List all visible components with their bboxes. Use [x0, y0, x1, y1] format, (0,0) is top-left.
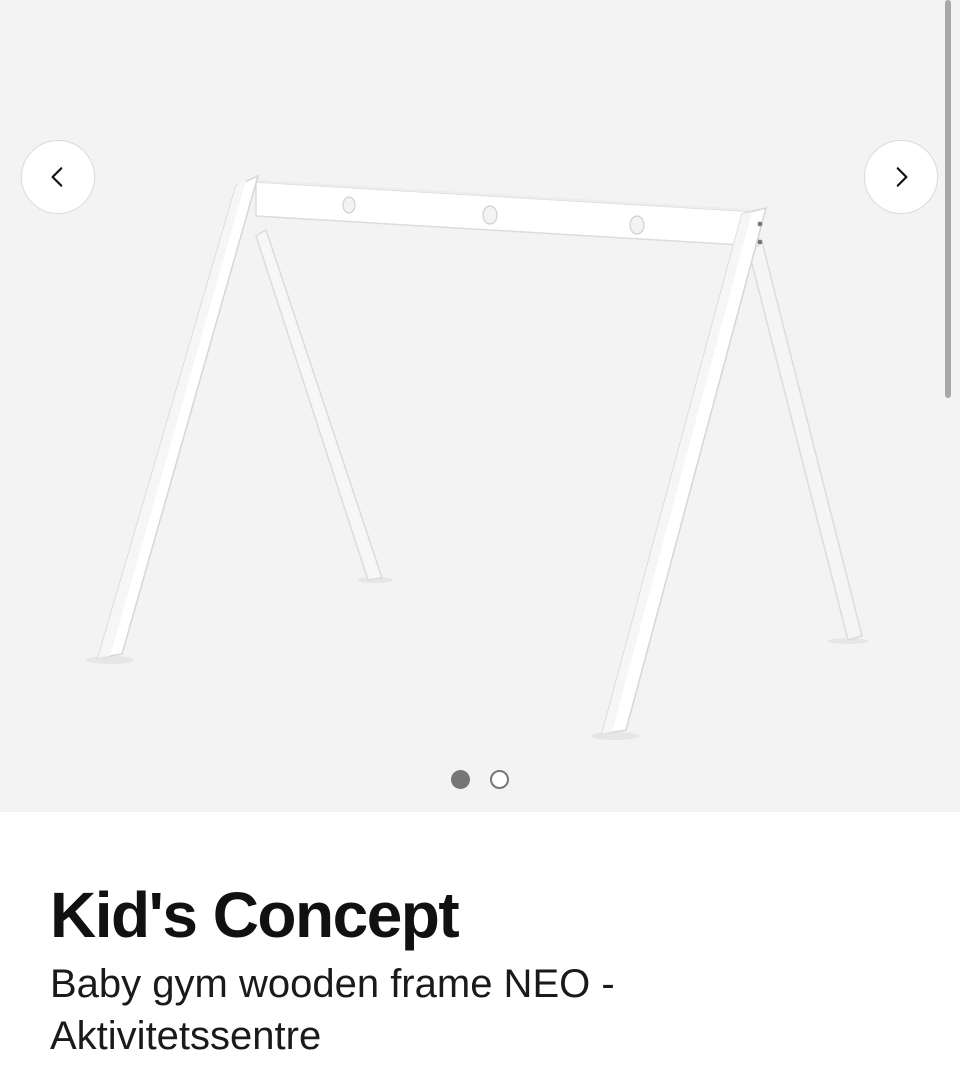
- product-brand[interactable]: Kid's Concept: [50, 876, 930, 954]
- carousel-dot-1[interactable]: [451, 769, 470, 789]
- product-title: Baby gym wooden frame NEO - Aktivitetsse…: [50, 962, 615, 1058]
- product-image-gallery[interactable]: [0, 0, 960, 812]
- chevron-right-icon: [896, 167, 908, 187]
- product-page: Kid's Concept Baby gym wooden frame NEO …: [0, 0, 960, 1076]
- product-image[interactable]: [0, 0, 960, 812]
- next-image-button[interactable]: [864, 140, 938, 214]
- page-scrollbar[interactable]: [945, 0, 951, 398]
- carousel-dot-2[interactable]: [490, 769, 509, 789]
- chevron-left-icon: [51, 167, 63, 187]
- product-info: Kid's Concept Baby gym wooden frame NEO …: [50, 876, 930, 1062]
- carousel-pagination: [0, 768, 960, 790]
- previous-image-button[interactable]: [21, 140, 95, 214]
